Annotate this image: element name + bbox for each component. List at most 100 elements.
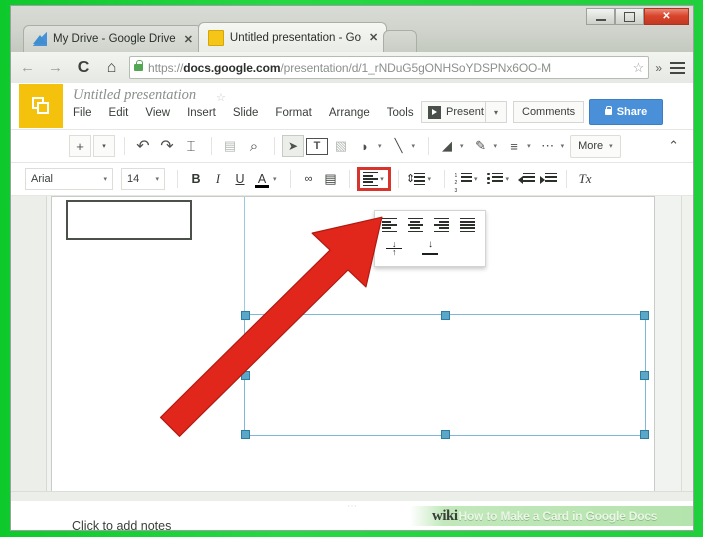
line-color-button[interactable]: ✎ <box>470 135 492 157</box>
notes-placeholder[interactable]: Click to add notes <box>72 519 171 530</box>
menu-edit[interactable]: Edit <box>109 107 129 119</box>
align-left-option[interactable] <box>380 216 398 234</box>
font-family-select[interactable]: Arial ▾ <box>25 168 113 190</box>
hamburger-icon[interactable] <box>666 61 688 74</box>
lock-icon <box>604 105 613 115</box>
minimize-button[interactable] <box>586 8 615 25</box>
select-tool-button[interactable]: ➤ <box>282 135 304 157</box>
paint-format-button[interactable]: ⌶ <box>180 135 202 157</box>
align-justify-option[interactable] <box>458 216 476 234</box>
resize-handle[interactable] <box>640 371 649 380</box>
bottom-scrollbar[interactable] <box>11 491 693 501</box>
resize-handle[interactable] <box>441 430 450 439</box>
align-middle-option[interactable]: ↓ ↑ <box>385 239 403 257</box>
insert-image-button[interactable]: ▧ <box>330 135 352 157</box>
vertical-scrollbar[interactable] <box>681 196 693 501</box>
numbered-list-button[interactable]: 123 <box>452 168 474 194</box>
increase-indent-button[interactable] <box>537 168 559 190</box>
menu-arrange[interactable]: Arrange <box>329 107 370 119</box>
collapse-toolbar-icon[interactable]: ⌃ <box>668 138 679 154</box>
align-center-option[interactable] <box>406 216 424 234</box>
text-box-button[interactable]: T <box>306 137 328 155</box>
present-label: Present <box>446 106 484 118</box>
forward-icon[interactable]: → <box>44 56 67 79</box>
maximize-button[interactable] <box>615 8 644 25</box>
decrease-indent-button[interactable] <box>515 168 537 190</box>
menu-file[interactable]: File <box>73 107 92 119</box>
browser-title-bar: ✕ My Drive - Google Drive ✕ Untitled pre… <box>11 6 693 52</box>
canvas-wrapper: ⋯ Click to add notes <box>47 196 693 530</box>
tab-my-drive[interactable]: My Drive - Google Drive ✕ <box>23 25 202 52</box>
line-spacing-button[interactable]: ⇕ <box>406 168 428 190</box>
align-dropdown-menu[interactable]: ↓ ↑ ↓ <box>374 210 486 267</box>
tab-close-icon[interactable]: ✕ <box>369 31 378 44</box>
menu-tools[interactable]: Tools <box>387 107 414 119</box>
new-slide-button[interactable]: + <box>69 135 91 157</box>
align-bottom-option[interactable]: ↓ <box>421 239 439 257</box>
line-weight-button[interactable]: ≡ <box>503 135 525 157</box>
font-size-select[interactable]: 14 ▾ <box>121 168 165 190</box>
underline-button[interactable]: U <box>229 168 251 190</box>
italic-button[interactable]: I <box>207 168 229 190</box>
slide-filmstrip[interactable] <box>11 196 47 501</box>
resize-handle[interactable] <box>441 311 450 320</box>
fill-caret-icon[interactable]: ▾ <box>460 142 464 150</box>
bookmark-star-icon[interactable]: ☆ <box>633 60 645 76</box>
resize-handle[interactable] <box>241 311 250 320</box>
align-button[interactable]: ▾ <box>356 167 391 191</box>
line-color-caret-icon[interactable]: ▾ <box>494 142 498 150</box>
line-spacing-caret-icon[interactable]: ▾ <box>428 175 432 183</box>
document-title[interactable]: Untitled presentation <box>73 87 196 104</box>
title-text-box[interactable] <box>66 200 192 240</box>
undo-button[interactable]: ↶ <box>132 135 154 157</box>
text-color-caret-icon[interactable]: ▾ <box>273 175 277 183</box>
present-dropdown-caret[interactable]: ▾ <box>485 101 507 123</box>
bulleted-list-caret-icon[interactable]: ▾ <box>506 175 510 183</box>
numbered-list-caret-icon[interactable]: ▾ <box>474 175 478 183</box>
star-icon[interactable]: ☆ <box>216 91 226 104</box>
line-dash-caret-icon[interactable]: ▾ <box>561 142 565 150</box>
toolbar-overflow-icon[interactable]: » <box>651 61 666 75</box>
back-icon[interactable]: ← <box>16 56 39 79</box>
menu-slide[interactable]: Slide <box>233 107 259 119</box>
bulleted-list-button[interactable] <box>484 168 506 190</box>
address-bar[interactable]: https://docs.google.com/presentation/d/1… <box>129 56 650 79</box>
close-button[interactable]: ✕ <box>644 8 689 25</box>
reload-icon[interactable]: C <box>72 56 95 79</box>
more-button[interactable]: More ▾ <box>570 134 621 158</box>
resize-handle[interactable] <box>640 430 649 439</box>
resize-handle[interactable] <box>241 371 250 380</box>
comments-button[interactable]: Comments <box>513 101 585 123</box>
slide-canvas[interactable] <box>51 196 655 496</box>
clear-formatting-button[interactable]: Tx <box>574 168 596 190</box>
present-button[interactable]: Present <box>421 101 490 123</box>
line-weight-caret-icon[interactable]: ▾ <box>527 142 531 150</box>
zoom-button[interactable]: ⌕ <box>243 135 265 157</box>
menu-insert[interactable]: Insert <box>187 107 216 119</box>
line-dash-button[interactable]: ⋯ <box>537 135 559 157</box>
resize-handle[interactable] <box>241 430 250 439</box>
text-color-button[interactable]: A <box>251 168 273 190</box>
line-caret-icon[interactable]: ▾ <box>412 142 416 150</box>
shape-caret-icon[interactable]: ▾ <box>378 142 382 150</box>
menu-format[interactable]: Format <box>275 107 311 119</box>
align-right-option[interactable] <box>432 216 450 234</box>
layout-button[interactable]: ▤ <box>219 135 241 157</box>
share-button[interactable]: Share <box>589 99 663 125</box>
home-icon[interactable]: ⌂ <box>100 56 123 79</box>
insert-comment-button[interactable]: ▤ <box>320 168 342 190</box>
fill-color-button[interactable]: ◢ <box>436 135 458 157</box>
insert-link-button[interactable]: ∞ <box>298 168 320 190</box>
redo-button[interactable]: ↷ <box>156 135 178 157</box>
shape-button[interactable]: ◗ <box>354 135 376 157</box>
tab-close-icon[interactable]: ✕ <box>184 33 193 46</box>
bold-button[interactable]: B <box>185 168 207 190</box>
notes-resize-handle[interactable]: ⋯ <box>344 501 362 512</box>
line-button[interactable]: ╲ <box>388 135 410 157</box>
new-slide-caret-button[interactable]: ▾ <box>93 135 115 157</box>
menu-view[interactable]: View <box>145 107 170 119</box>
selected-text-box[interactable] <box>241 311 649 439</box>
resize-handle[interactable] <box>640 311 649 320</box>
tab-untitled-presentation[interactable]: Untitled presentation - Go ✕ <box>197 22 388 52</box>
new-tab-button[interactable] <box>383 30 418 52</box>
